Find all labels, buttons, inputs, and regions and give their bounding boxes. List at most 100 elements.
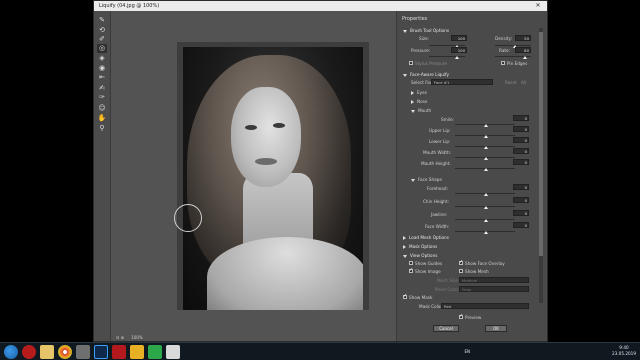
mesh-color-dropdown[interactable]: Gray — [459, 286, 529, 292]
chin-height-field[interactable]: 0 — [513, 197, 529, 203]
reconstruct-icon[interactable]: ⟲ — [97, 26, 107, 35]
chin-height-slider-thumb[interactable] — [484, 206, 488, 209]
windows-taskbar: EN 9:40 23.05.2019 — [0, 342, 640, 360]
mouth-width-field[interactable]: 0 — [513, 148, 529, 154]
smile-field[interactable]: 0 — [513, 115, 529, 121]
twirl-icon[interactable]: ◎ — [97, 44, 107, 53]
pin-edges-checkbox[interactable] — [501, 61, 505, 65]
face-aware-header[interactable]: Face-Aware Liquify — [403, 72, 449, 77]
pressure-slider-thumb[interactable] — [455, 56, 459, 59]
density-field[interactable]: 50 — [515, 35, 531, 41]
jawline-label: Jawline: — [431, 212, 448, 217]
select-face-dropdown[interactable]: Face #1 — [431, 79, 493, 85]
app-icon[interactable] — [76, 345, 90, 359]
mouth-height-slider-thumb[interactable] — [484, 168, 488, 171]
folder-icon[interactable] — [130, 345, 144, 359]
brush-tool-options-header[interactable]: Brush Tool Options — [403, 28, 449, 33]
forehead-label: Forehead: — [427, 186, 448, 191]
freeze-mask-icon[interactable]: ✍ — [97, 84, 107, 93]
size-slider[interactable] — [429, 45, 465, 46]
mouth-width-slider-thumb[interactable] — [484, 157, 488, 160]
mask-options-header[interactable]: Mask Options — [403, 244, 437, 249]
forehead-field[interactable]: 0 — [513, 184, 529, 190]
zoom-icon[interactable]: ⚲ — [97, 124, 107, 133]
properties-title: Properties — [402, 16, 428, 22]
zoom-level[interactable]: ⊟ ⊞ 100% — [116, 335, 143, 340]
smooth-icon[interactable]: ✐ — [97, 35, 107, 44]
mesh-color-label: Mesh Color: — [435, 287, 460, 292]
upper-lip-slider-thumb[interactable] — [484, 135, 488, 138]
show-mask-label: Show Mask — [409, 295, 433, 300]
chevron-down-icon — [403, 254, 407, 258]
face — [231, 87, 301, 187]
forward-warp-icon[interactable]: ✎ — [97, 16, 107, 25]
bloat-icon[interactable]: ◉ — [97, 64, 107, 73]
show-image-checkbox[interactable] — [409, 267, 413, 273]
load-mesh-options-header[interactable]: Load Mesh Options — [403, 235, 449, 240]
chevron-right-icon — [411, 100, 414, 104]
chevron-down-icon — [403, 29, 407, 33]
upper-lip-field[interactable]: 0 — [513, 126, 529, 132]
zoom-in-icon[interactable]: ⊞ — [121, 335, 124, 340]
face-shape-group[interactable]: Face Shape — [411, 177, 442, 182]
show-guides-checkbox[interactable] — [409, 261, 413, 265]
language-indicator[interactable]: EN — [464, 349, 470, 354]
show-mask-checkbox[interactable] — [403, 293, 407, 299]
mouth-height-field[interactable]: 0 — [513, 159, 529, 165]
show-mesh-checkbox[interactable] — [459, 269, 463, 273]
rate-slider-thumb[interactable] — [523, 56, 527, 59]
preview-canvas[interactable] — [111, 11, 396, 341]
jawline-field[interactable]: 0 — [513, 210, 529, 216]
all-button[interactable]: All — [521, 80, 526, 85]
reset-button[interactable]: Reset — [505, 80, 517, 85]
push-left-icon[interactable]: ⇤ — [97, 73, 107, 82]
chrome-icon[interactable] — [58, 345, 72, 359]
preview-checkbox[interactable] — [459, 313, 463, 319]
view-options-header[interactable]: View Options — [403, 253, 437, 258]
mesh-size-dropdown[interactable]: Medium — [459, 277, 529, 283]
start-button[interactable] — [4, 345, 18, 359]
app-icon-2[interactable] — [166, 345, 180, 359]
show-face-overlay-checkbox[interactable] — [459, 259, 463, 265]
eyes-group[interactable]: Eyes — [411, 90, 427, 95]
face-width-field[interactable]: 0 — [513, 222, 529, 228]
rate-field[interactable]: 80 — [515, 47, 531, 53]
mask-color-dropdown[interactable]: Red — [441, 303, 529, 309]
opera-icon[interactable] — [22, 345, 36, 359]
face-width-slider-thumb[interactable] — [484, 231, 488, 234]
size-field[interactable]: 100 — [451, 35, 467, 41]
file-explorer-icon[interactable] — [40, 345, 54, 359]
lower-lip-field[interactable]: 0 — [513, 137, 529, 143]
title-bar: Liquify (04.jpg @ 100%) ✕ — [94, 1, 547, 11]
jawline-slider-thumb[interactable] — [484, 219, 488, 222]
smile-slider-thumb[interactable] — [484, 124, 488, 127]
acrobat-icon[interactable] — [112, 345, 126, 359]
camtasia-icon[interactable] — [148, 345, 162, 359]
close-button[interactable]: ✕ — [532, 2, 544, 10]
nose-group[interactable]: Nose — [411, 99, 427, 104]
forehead-slider-thumb[interactable] — [484, 193, 488, 196]
ok-button[interactable]: OK — [485, 325, 507, 332]
show-mesh-label: Show Mesh — [465, 269, 489, 274]
clock[interactable]: 9:40 23.05.2019 — [612, 345, 636, 357]
pucker-icon[interactable]: ◈ — [97, 54, 107, 63]
smile-label: Smile: — [441, 117, 455, 122]
cancel-button[interactable]: Cancel — [433, 325, 459, 332]
mouth-width-label: Mouth Width: — [423, 150, 452, 155]
properties-scrollbar[interactable] — [539, 28, 543, 303]
lower-lip-slider-thumb[interactable] — [484, 146, 488, 149]
pressure-field[interactable]: 100 — [451, 47, 467, 53]
mouth-group[interactable]: Mouth — [411, 108, 431, 113]
zoom-out-icon[interactable]: ⊟ — [116, 335, 119, 340]
pressure-slider[interactable] — [429, 56, 465, 57]
hand-icon[interactable]: ✋ — [97, 114, 107, 123]
stylus-pressure-checkbox[interactable] — [409, 61, 413, 65]
pressure-label: Pressure: — [411, 48, 431, 53]
mouth-height-label: Mouth Height: — [421, 161, 451, 166]
photoshop-icon[interactable] — [94, 345, 108, 359]
size-label: Size: — [419, 36, 430, 41]
chevron-down-icon — [411, 109, 415, 113]
face-tool-icon[interactable]: ☺ — [97, 104, 107, 113]
thaw-mask-icon[interactable]: ✑ — [97, 93, 107, 102]
chin-height-label: Chin Height: — [423, 199, 449, 204]
